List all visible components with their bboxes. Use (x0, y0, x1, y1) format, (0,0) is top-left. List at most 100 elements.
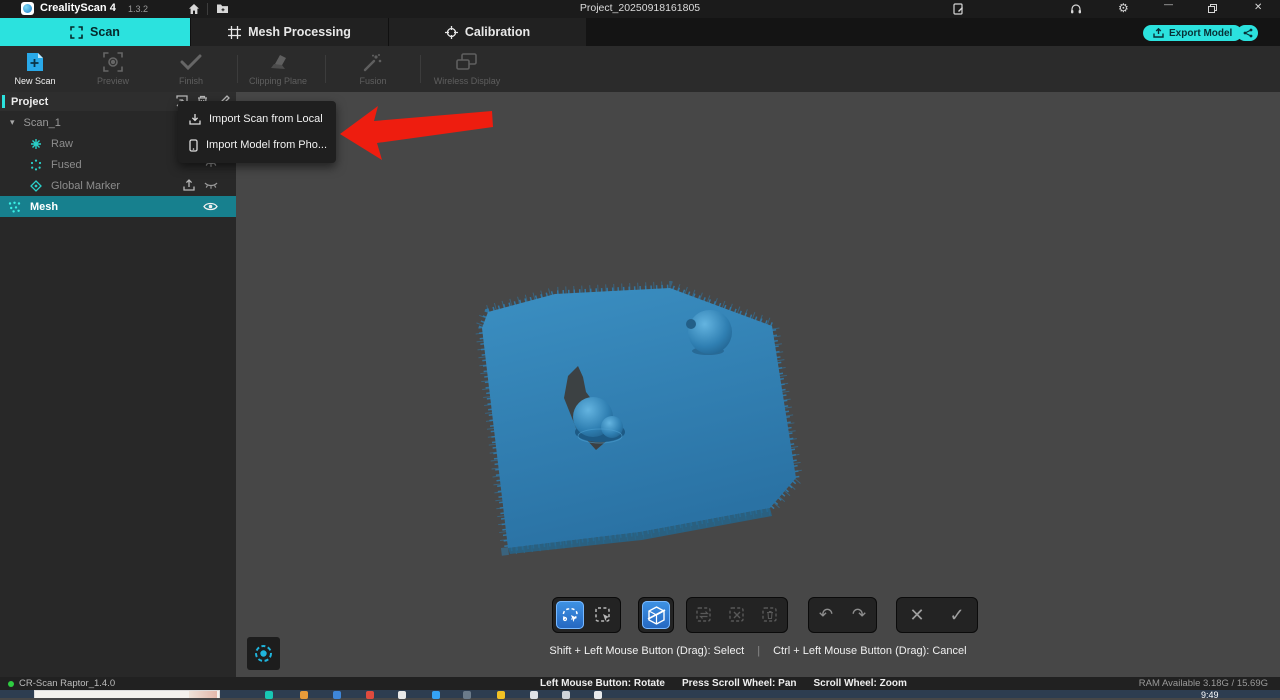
tree-item-global-marker[interactable]: Global Marker (0, 175, 236, 196)
upload-icon[interactable] (183, 179, 195, 191)
ram-available: RAM Available 3.18G / 15.69G (1139, 678, 1268, 689)
hint-divider: | (757, 645, 760, 657)
export-icon (1153, 28, 1164, 38)
selection-hint-bar: Shift + Left Mouse Button (Drag): Select… (236, 645, 1280, 657)
deselect-button[interactable] (723, 601, 751, 629)
finish-label: Finish (141, 76, 241, 86)
export-model-label: Export Model (1169, 28, 1232, 39)
minimize-icon[interactable]: — (1164, 0, 1173, 9)
feedback-icon[interactable] (953, 3, 964, 15)
mesh-icon (8, 201, 21, 213)
mouse-hints: Left Mouse Button: Rotate Press Scroll W… (540, 678, 907, 689)
finish-check-icon (141, 50, 241, 74)
calibration-target-icon (445, 26, 458, 39)
status-bar: CR-Scan Raptor_1.4.0 Left Mouse Button: … (0, 677, 1280, 690)
taskbar-clock: 9:49 (1201, 690, 1219, 700)
wireless-display-icon (417, 50, 517, 74)
delete-selection-icon (761, 606, 779, 624)
tree-item-global-marker-label: Global Marker (51, 180, 120, 192)
import-context-menu: Import Scan from Local Import Model from… (178, 101, 336, 163)
tree-item-raw-label: Raw (51, 138, 73, 150)
clipping-plane-label: Clipping Plane (228, 76, 328, 86)
hint-rotate: Left Mouse Button: Rotate (540, 678, 665, 689)
hint-pan: Press Scroll Wheel: Pan (682, 678, 797, 689)
redo-button[interactable]: ↷ (845, 601, 873, 629)
share-icon (1243, 28, 1253, 38)
tab-mesh-label: Mesh Processing (248, 25, 351, 39)
rectangle-select-icon (594, 606, 612, 624)
select-through-cube-button[interactable] (642, 601, 670, 629)
clipping-plane-icon (228, 50, 328, 74)
device-connected-dot (8, 681, 14, 687)
fusion-label: Fusion (323, 76, 423, 86)
visibility-on-icon[interactable] (203, 201, 218, 212)
mesh-mat (482, 288, 796, 548)
maximize-restore-icon[interactable] (1208, 4, 1217, 13)
undo-redo-group: ↶ ↷ (808, 597, 877, 633)
global-marker-icon (30, 180, 42, 192)
windows-taskbar: 9:49 (0, 690, 1280, 698)
mesh-topright-sphere (688, 310, 732, 354)
share-button[interactable] (1237, 25, 1258, 41)
tab-calibration[interactable]: Calibration (388, 18, 586, 46)
scan-toolbar: New Scan Preview Finish Clipping Plane F… (0, 46, 1280, 92)
taskbar-photo-thumbnail[interactable] (34, 690, 220, 698)
project-panel: Project ▾ Scan_1 Raw Fused Global (0, 92, 236, 677)
tab-mesh-processing[interactable]: Mesh Processing (190, 18, 388, 46)
wireless-display-label: Wireless Display (417, 76, 517, 86)
recenter-target-icon (253, 643, 274, 664)
close-icon[interactable]: ✕ (1254, 2, 1262, 13)
hint-select: Shift + Left Mouse Button (Drag): Select (549, 645, 744, 657)
accent-bar (2, 95, 5, 108)
support-headset-icon[interactable] (1070, 3, 1082, 15)
hint-zoom: Scroll Wheel: Zoom (814, 678, 907, 689)
menu-item-import-scan-local[interactable]: Import Scan from Local (178, 106, 336, 132)
invert-selection-icon (695, 606, 713, 624)
select-mode-group (552, 597, 621, 633)
deselect-icon (728, 606, 746, 624)
tree-item-scan1-label: Scan_1 (24, 117, 61, 129)
mesh-topright-notch (686, 319, 696, 329)
invert-selection-button[interactable] (690, 601, 718, 629)
download-icon (189, 113, 201, 125)
visibility-off-icon[interactable] (204, 180, 218, 191)
tree-item-mesh[interactable]: Mesh (0, 196, 236, 217)
lasso-select-button[interactable] (556, 601, 584, 629)
tab-scan-label: Scan (90, 25, 120, 39)
clipping-plane-button[interactable]: Clipping Plane (228, 50, 328, 86)
tree-item-mesh-label: Mesh (30, 201, 58, 213)
menu-item-label: Import Scan from Local (209, 113, 323, 125)
device-name: CR-Scan Raptor_1.4.0 (19, 678, 115, 689)
select-through-group (638, 597, 674, 633)
cut-through-cube-icon (647, 606, 666, 625)
finish-button[interactable]: Finish (141, 50, 241, 86)
confirm-cancel-group: ✕ ✓ (896, 597, 978, 633)
menu-item-import-model-phone[interactable]: Import Model from Pho... (178, 132, 336, 158)
recenter-view-button[interactable] (247, 637, 280, 670)
raw-data-icon (30, 138, 42, 150)
menu-item-label: Import Model from Pho... (206, 139, 327, 151)
title-bar: CrealityScan 4 1.3.2 Project_20250918161… (0, 0, 1280, 18)
caret-down-icon[interactable]: ▾ (10, 117, 15, 128)
selection-edit-group (686, 597, 788, 633)
fusion-button[interactable]: Fusion (323, 50, 423, 86)
project-panel-title: Project (11, 96, 48, 108)
undo-button[interactable]: ↶ (812, 601, 840, 629)
wireless-display-button[interactable]: Wireless Display (417, 50, 517, 86)
red-pointer-arrow (330, 98, 500, 168)
lasso-select-icon (561, 606, 580, 624)
settings-gear-icon[interactable]: ⚙ (1118, 1, 1129, 15)
confirm-selection-button[interactable]: ✓ (943, 601, 971, 629)
fused-cloud-icon (30, 159, 42, 171)
cancel-selection-button[interactable]: ✕ (903, 601, 931, 629)
phone-icon (189, 139, 198, 152)
scanned-mesh-3d-view[interactable] (460, 280, 820, 580)
tab-scan[interactable]: Scan (0, 18, 190, 46)
scan-frame-icon (70, 26, 83, 39)
delete-selection-button[interactable] (756, 601, 784, 629)
mesh-small-sphere (601, 416, 623, 438)
hint-cancel: Ctrl + Left Mouse Button (Drag): Cancel (773, 645, 967, 657)
fusion-wand-icon (323, 50, 423, 74)
export-model-button[interactable]: Export Model (1143, 25, 1242, 41)
rectangle-select-button[interactable] (589, 601, 617, 629)
